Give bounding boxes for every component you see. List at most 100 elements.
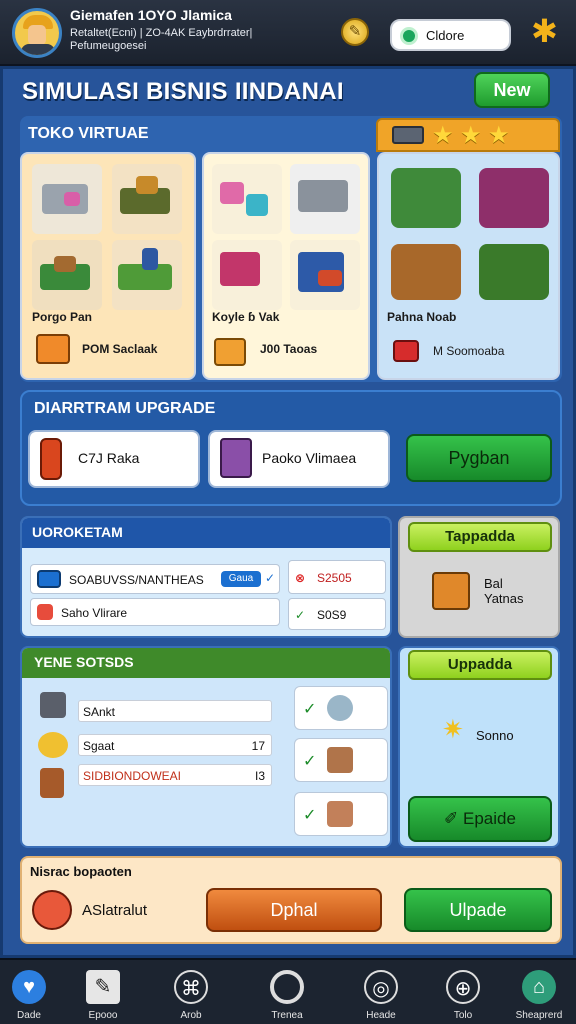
check-icon: ✓ (265, 571, 276, 585)
overview-value-text: S0S9 (317, 608, 347, 622)
stat-value: I3 (254, 769, 265, 783)
task-item[interactable]: ✓ (294, 686, 388, 730)
product-stat: POM Saclaak (82, 342, 158, 356)
nav-label: Tolo (453, 1010, 473, 1021)
shop-tile (290, 240, 360, 310)
overview-header: UOROKETAM (22, 518, 390, 548)
epaide-button[interactable]: ✐ Epaide (408, 796, 552, 842)
tappadda-button[interactable]: Tappadda (408, 522, 552, 552)
stat-label: SIDBIONDOWEAI (83, 769, 182, 783)
shop-tile (32, 164, 102, 234)
shop-icon: ⌂ (522, 970, 556, 1004)
product-stat: M Soomoaba (433, 344, 505, 358)
nav-label: Trenea (271, 1010, 303, 1021)
stats-heading: YENE SOTSDS (34, 654, 134, 670)
overview-row-label: SOABUVSS/NANTHEAS (69, 573, 204, 587)
overview-value: ✓ S0S9 (288, 598, 386, 630)
overview-value: ⊗ S2505 (288, 560, 386, 594)
overview-heading: UOROKETAM (32, 524, 123, 540)
status-badge: Gaua (221, 571, 261, 587)
upgrade-button[interactable]: Pygban (406, 434, 552, 482)
product-card[interactable]: Pahna Noab M Soomoaba (377, 152, 560, 380)
stat-row: SAnkt (78, 700, 272, 722)
globe-icon: ◎ (364, 970, 398, 1004)
nav-label: Heade (366, 1010, 396, 1021)
stats-header: YENE SOTSDS (22, 648, 390, 678)
nav-item-tolo[interactable]: ⊕ Tolo (428, 966, 498, 1024)
star-icon: ★ (460, 122, 482, 149)
building-icon (298, 180, 348, 212)
product-name: Porgo Pan (32, 310, 93, 324)
footer-item-label: ASlatralut (82, 902, 148, 919)
upgrade-item-card[interactable]: C7J Raka (28, 430, 200, 488)
stat-label: Sgaat (83, 739, 115, 753)
tag-icon (393, 340, 419, 362)
nav-item-arob[interactable]: ⌘ Arob (156, 966, 226, 1024)
stats-side-panel: Uppadda ✷ Sonno ✐ Epaide (398, 646, 560, 848)
stat-row: Sgaat 17 (78, 734, 272, 756)
crate-icon (136, 176, 158, 194)
nav-item-epooo[interactable]: ✎ Epooo (68, 966, 138, 1024)
nav-item-heade[interactable]: ◎ Heade (346, 966, 416, 1024)
overview-row-label: Saho Vlirare (61, 606, 128, 620)
nav-item-trenea[interactable]: Trenea (252, 966, 322, 1024)
shop-tile (112, 164, 182, 234)
no-entry-icon (32, 890, 72, 930)
task-item[interactable]: ✓ (294, 738, 388, 782)
nav-label: Arob (180, 1010, 202, 1021)
clothes-shop-icon (479, 168, 549, 228)
nav-item-dade[interactable]: ♥ Dade (0, 966, 64, 1024)
crate-icon (220, 182, 244, 204)
ulpade-button[interactable]: Ulpade (404, 888, 552, 932)
search-text: Cldore (426, 28, 465, 43)
nav-label: Epooo (88, 1010, 118, 1021)
flag-icon (37, 604, 53, 620)
player-name: Giemafen 1OYO Jlamica (70, 7, 232, 23)
overview-row[interactable]: Saho Vlirare (30, 598, 280, 626)
uppadda-button[interactable]: Uppadda (408, 650, 552, 680)
ring-icon (270, 970, 304, 1004)
upgrade-section: DIARRTRAM UPGRADE C7J Raka Paoko Vlimaea… (20, 390, 562, 506)
fruit-stall-icon (479, 244, 549, 300)
pencil-icon: ✎ (86, 970, 120, 1004)
coin-icon[interactable]: ✎ (341, 18, 369, 46)
check-icon: ✓ (303, 807, 317, 824)
player-avatar[interactable] (12, 8, 62, 58)
player-subtitle-line1: Retaltet(Ecni) | ZO-4AK Eaybrdrrater| (70, 27, 253, 39)
alert-icon: ⊗ (295, 571, 306, 585)
stat-row: SIDBIONDOWEAI I3 (78, 764, 272, 786)
computer-shop-icon (391, 168, 461, 228)
side-panel-text: Bal Yatnas (484, 576, 524, 606)
lock-icon: ⊕ (446, 970, 480, 1004)
crate-icon (246, 194, 268, 216)
ticket-icon (392, 126, 424, 144)
nav-item-sheaprerd[interactable]: ⌂ Sheaprerd (504, 966, 574, 1024)
task-item[interactable]: ✓ (294, 792, 388, 836)
overview-row[interactable]: SOABUVSS/NANTHEAS Gaua ✓ (30, 564, 280, 594)
upgrade-heading: DIARRTRAM UPGRADE (34, 400, 216, 417)
new-button[interactable]: New (474, 72, 550, 108)
overview-section: UOROKETAM SOABUVSS/NANTHEAS Gaua ✓ Saho … (20, 516, 392, 638)
star-icon: ★ (432, 122, 454, 149)
crate-icon (64, 192, 80, 206)
search-icon (400, 27, 418, 45)
dphal-button[interactable]: Dphal (206, 888, 382, 932)
upgrade-item-card[interactable]: Paoko Vlimaea (208, 430, 390, 488)
page-title: SIMULASI BISNIS IINDANAI (22, 78, 344, 105)
footer-heading: Nisrac bopaoten (30, 864, 132, 879)
crate-icon (318, 270, 342, 286)
product-name: Koyle ɓ Vak (212, 310, 280, 324)
crate-icon (54, 256, 76, 272)
product-card[interactable]: Porgo Pan POM Saclaak (20, 152, 196, 380)
check-icon: ✓ (295, 608, 306, 622)
puzzle-icon[interactable]: ✱ (531, 14, 563, 48)
overview-value-text: S2505 (317, 571, 352, 585)
shop-tile (290, 164, 360, 234)
upgrade-item-label: C7J Raka (78, 450, 140, 466)
nav-label: Sheaprerd (515, 1010, 563, 1021)
box-icon (36, 334, 70, 364)
product-name: Pahna Noab (387, 310, 457, 324)
search-box[interactable]: Cldore (390, 19, 511, 51)
product-card[interactable]: Koyle ɓ Vak J00 Taoas (202, 152, 370, 380)
store-icon (40, 768, 64, 798)
